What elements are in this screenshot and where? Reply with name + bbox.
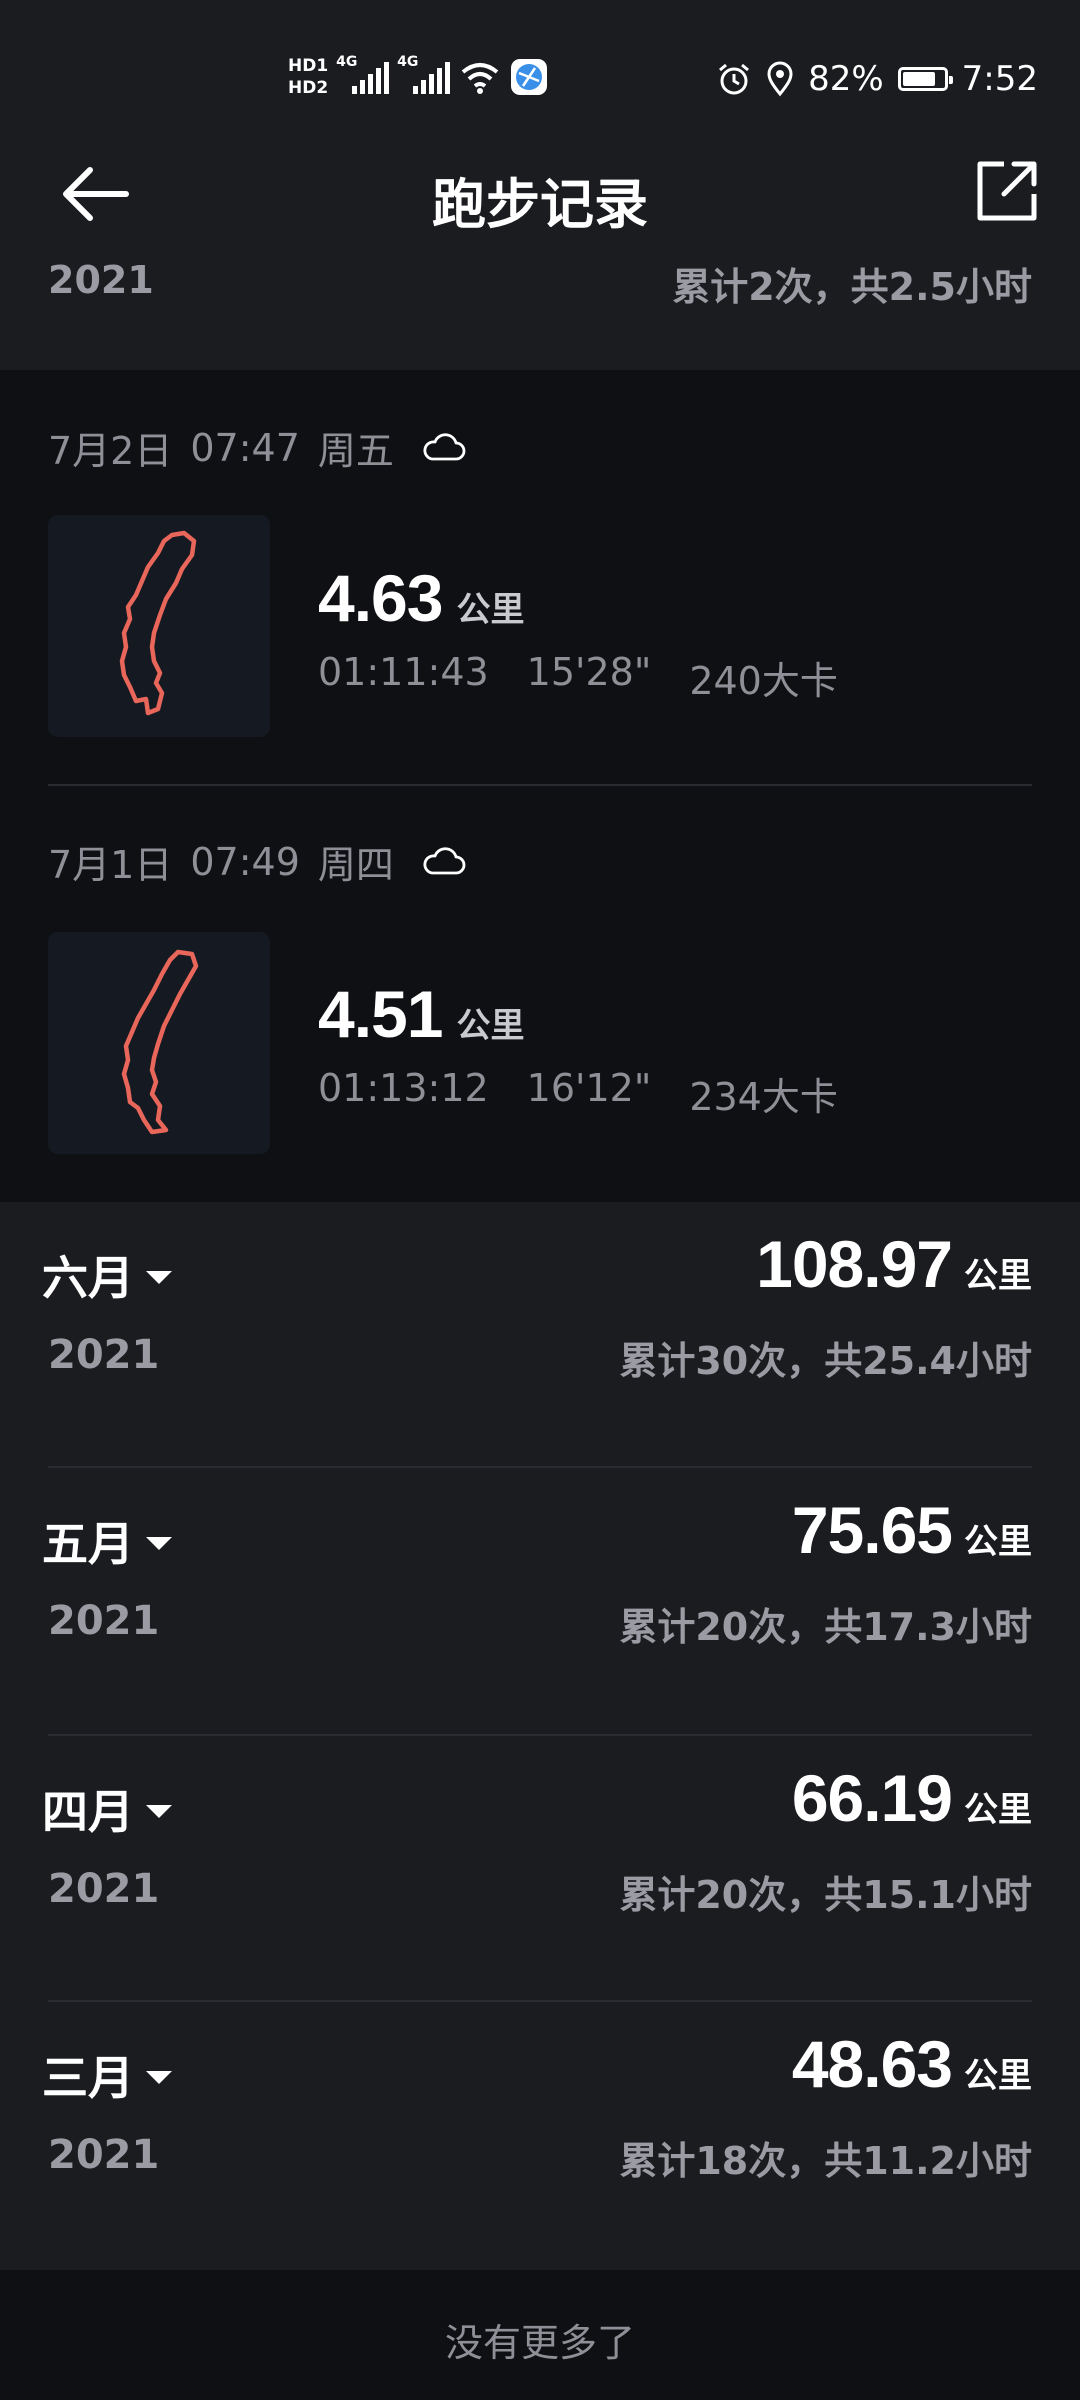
caret-down-icon [146,1536,172,1550]
record-datetime: 7月2日 07:47 周五 [48,420,466,475]
battery-fill [902,72,936,86]
caret-down-icon [146,1270,172,1284]
month-stats: 累计18次，共11.2小时 [619,2139,1032,2183]
record-metrics: 01:13:12 16'12" 234大卡 [318,1066,838,1121]
cloud-icon [423,846,466,874]
record-date: 7月1日 [48,843,173,887]
month-toggle[interactable]: 三月 [42,2042,172,2108]
distance-value: 4.51 [318,977,443,1051]
share-icon[interactable] [974,158,1040,224]
distance-value: 4.63 [318,561,443,635]
month-name: 三月 [42,2051,134,2105]
record-pace: 15'28" [526,650,652,694]
status-bar: HD1 HD2 4G 4G 82% 7:52 [0,0,1080,130]
run-record[interactable]: 7月1日 07:49 周四 4.51 公里 01:13:12 16'12" 23… [0,786,1080,1202]
month-toggle[interactable]: 六月 [42,1242,172,1308]
month-name: 六月 [42,1251,134,1305]
network-type-label: 4G [397,54,419,70]
record-distance: 4.51 公里 [318,976,524,1052]
clock: 7:52 [961,59,1038,99]
month-stats: 累计20次，共17.3小时 [619,1605,1032,1649]
month-distance: 75.65 公里 [792,1492,1032,1568]
no-more-text: 没有更多了 [444,2321,635,2365]
month-summary[interactable]: 四月 2021 66.19 公里 累计20次，共15.1小时 [0,1736,1080,2002]
current-month-summary[interactable]: 2021 累计2次，共2.5小时 [0,248,1080,370]
record-pace: 16'12" [526,1066,652,1110]
month-name: 四月 [42,1785,134,1839]
record-date: 7月2日 [48,429,173,473]
route-map-thumbnail [48,932,270,1154]
browser-icon [511,59,548,95]
record-distance: 4.63 公里 [318,560,524,636]
month-distance-value: 108.97 [756,1227,953,1301]
hd2-label: HD2 [288,78,329,98]
record-metrics: 01:11:43 15'28" 240大卡 [318,650,838,705]
location-icon [767,61,793,97]
month-toggle[interactable]: 四月 [42,1776,172,1842]
month-distance-unit: 公里 [964,1522,1032,1562]
summary-year: 2021 [48,258,154,302]
month-distance-unit: 公里 [964,1790,1032,1830]
caret-down-icon [146,2070,172,2084]
month-distance-unit: 公里 [964,2056,1032,2096]
month-distance: 66.19 公里 [792,1760,1032,1836]
month-stats: 累计30次，共25.4小时 [619,1339,1032,1383]
hd1-label: HD1 [288,56,329,76]
month-stats: 累计20次，共15.1小时 [619,1873,1032,1917]
cloud-icon [423,432,466,460]
records-list: 7月2日 07:47 周五 4.63 公里 01:11:43 15'28" 24… [0,370,1080,1202]
record-time: 07:49 [190,839,300,884]
distance-unit: 公里 [456,590,525,630]
record-weekday: 周五 [317,429,394,473]
month-summary[interactable]: 三月 2021 48.63 公里 累计18次，共11.2小时 [0,2002,1080,2268]
route-map-thumbnail [48,515,270,737]
record-time: 07:47 [190,425,300,470]
hd-indicator: HD1 HD2 [288,57,328,97]
distance-unit: 公里 [456,1006,525,1046]
month-distance-value: 48.63 [791,2027,953,2101]
month-summary[interactable]: 六月 2021 108.97 公里 累计30次，共25.4小时 [0,1202,1080,1468]
month-year: 2021 [48,1598,160,1644]
battery-percent: 82% [808,59,884,99]
summary-stats: 累计2次，共2.5小时 [672,265,1032,309]
alarm-icon [719,63,750,95]
status-right: 82% 7:52 [716,50,1038,108]
signal-icon: 4G [397,54,451,94]
month-summary[interactable]: 五月 2021 75.65 公里 累计20次，共17.3小时 [0,1468,1080,1734]
run-record[interactable]: 7月2日 07:47 周五 4.63 公里 01:11:43 15'28" 24… [0,370,1080,786]
month-distance-unit: 公里 [964,1256,1032,1296]
network-type-label: 4G [336,54,358,70]
month-toggle[interactable]: 五月 [42,1508,172,1574]
month-year: 2021 [48,1866,160,1912]
wifi-icon [461,63,499,94]
record-calories: 234大卡 [689,1075,838,1119]
status-left: HD1 HD2 4G 4G [288,48,548,106]
record-duration: 01:13:12 [318,1066,489,1110]
record-datetime: 7月1日 07:49 周四 [48,834,466,889]
list-footer: 没有更多了 [0,2270,1080,2400]
month-year: 2021 [48,1332,160,1378]
record-calories: 240大卡 [689,659,838,703]
caret-down-icon [146,1804,172,1818]
month-year: 2021 [48,2132,160,2178]
battery-icon [897,67,953,91]
page-title: 跑步记录 [432,173,648,236]
month-distance-value: 75.65 [791,1493,953,1567]
month-distance-value: 66.19 [791,1761,953,1835]
signal-icon: 4G [336,54,390,94]
app-header: 跑步记录 [0,130,1080,260]
month-distance: 48.63 公里 [792,2026,1032,2102]
month-name: 五月 [42,1517,134,1571]
month-distance: 108.97 公里 [756,1226,1032,1302]
record-weekday: 周四 [317,843,394,887]
record-duration: 01:11:43 [318,650,489,694]
